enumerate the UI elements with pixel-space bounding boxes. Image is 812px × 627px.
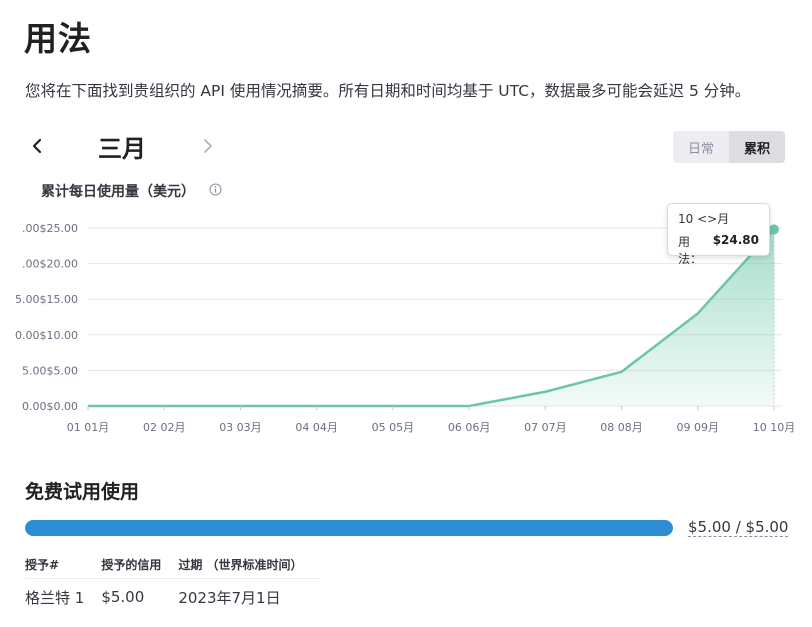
hover-data-point[interactable] <box>769 224 779 235</box>
view-toggle: 日常 累积 <box>673 131 785 163</box>
y-tick-label: .00$25.00 <box>22 222 78 235</box>
toggle-daily[interactable]: 日常 <box>673 131 729 163</box>
table-row: 格兰特 1 $5.00 2023年7月1日 <box>25 578 320 616</box>
x-tick-label: 06 06月 <box>448 421 491 434</box>
next-month-button[interactable] <box>196 132 220 160</box>
page-title: 用法 <box>24 19 92 58</box>
header-grant-credit: 授予的信用 <box>101 551 179 579</box>
x-tick-label: 03 03月 <box>219 421 262 434</box>
grant-name-cell: 格兰特 1 <box>25 588 85 607</box>
x-tick-label: 09 09月 <box>677 421 720 434</box>
chevron-right-icon <box>204 139 212 153</box>
free-trial-title: 免费试用使用 <box>25 481 140 503</box>
x-tick-label: 08 08月 <box>600 421 643 434</box>
page-description: 您将在下面找到贵组织的 API 使用情况摘要。所有日期和时间均基于 UTC，数据… <box>25 82 751 100</box>
free-trial-progress-fill <box>25 520 673 536</box>
x-tick-label: 02 02月 <box>143 421 186 434</box>
y-tick-label: 5.00$15.00 <box>15 293 78 306</box>
grant-expiry-cell: 2023年7月1日 <box>178 588 281 607</box>
grants-header-row: 授予# 授予的信用 过期 （世界标准时间） <box>25 551 320 579</box>
free-trial-usage-text[interactable]: $5.00 / $5.00 <box>688 518 789 537</box>
y-tick-label: 0.00$0.00 <box>22 400 78 413</box>
x-tick-label: 01 01月 <box>67 421 110 434</box>
free-trial-progress-bar <box>25 520 673 536</box>
x-tick-label: 10 10月 <box>753 421 796 434</box>
x-tick-label: 07 07月 <box>524 421 567 434</box>
grants-table: 授予# 授予的信用 过期 （世界标准时间） 格兰特 1 $5.00 2023年7… <box>25 551 320 616</box>
header-grant-number: 授予# <box>25 551 102 579</box>
y-tick-label: 5.00$5.00 <box>22 364 78 377</box>
toggle-cumulative[interactable]: 累积 <box>729 131 785 163</box>
month-navigation: 三月 <box>25 128 225 164</box>
y-tick-label: 0.00$10.00 <box>15 329 78 342</box>
prev-month-button[interactable] <box>25 132 49 160</box>
month-label: 三月 <box>98 135 146 163</box>
chart-tooltip: 10 <>月 用法： $24.80 <box>667 203 770 266</box>
tooltip-date: 10 <>月 <box>678 212 730 226</box>
tooltip-label: 用法： <box>678 235 703 266</box>
y-tick-label: .00$20.00 <box>22 258 78 271</box>
x-tick-label: 05 05月 <box>372 421 415 434</box>
grant-credit-cell: $5.00 <box>101 588 145 607</box>
header-grant-expiry: 过期 （世界标准时间） <box>178 551 320 579</box>
x-tick-label: 04 04月 <box>295 421 338 434</box>
chevron-left-icon <box>32 138 42 154</box>
tooltip-value: $24.80 <box>712 233 759 247</box>
